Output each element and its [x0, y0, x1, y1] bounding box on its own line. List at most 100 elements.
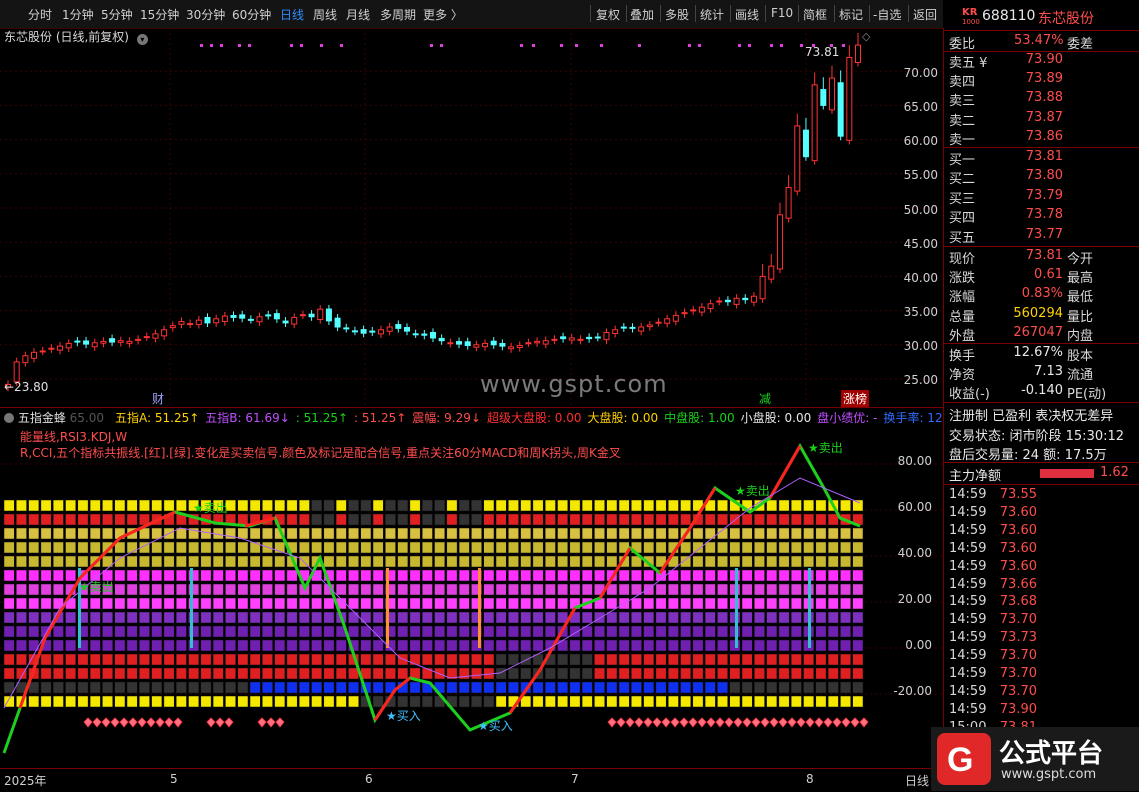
candle-body[interactable] [273, 313, 280, 320]
candle-body[interactable] [31, 351, 38, 359]
candle-body[interactable] [83, 340, 90, 345]
candle-body[interactable] [117, 340, 124, 343]
tab-multi-period[interactable]: 多周期 [380, 6, 416, 23]
indicator-settings-icon[interactable] [4, 413, 14, 423]
candle-body[interactable] [334, 317, 341, 328]
candle-body[interactable] [343, 327, 350, 330]
candle-body[interactable] [213, 318, 220, 324]
candle-body[interactable] [39, 350, 46, 353]
settings-circle-icon[interactable]: ▾ [136, 34, 148, 45]
candle-body[interactable] [204, 316, 211, 324]
candle-body[interactable] [785, 186, 792, 219]
candle-body[interactable] [516, 344, 523, 348]
candle-body[interactable] [351, 330, 358, 333]
event-marker-reduce[interactable]: 减 [759, 390, 771, 407]
indicator-panel[interactable]: 五指金蜂 65.00 五指A: 51.25↑ 五指B: 61.69↓: 51.25… [0, 407, 944, 768]
overlay-button[interactable]: 叠加 [630, 6, 654, 23]
candle-body[interactable] [664, 318, 671, 324]
candle-body[interactable] [395, 324, 402, 329]
candle-body[interactable] [221, 315, 228, 323]
candle-body[interactable] [707, 303, 714, 310]
candle-body[interactable] [247, 318, 254, 321]
candle-body[interactable] [534, 340, 541, 344]
candle-body[interactable] [542, 340, 549, 345]
candle-body[interactable] [646, 324, 653, 328]
mark-button[interactable]: 标记 [839, 6, 863, 23]
site-badge[interactable]: G 公式平台 www.gspt.com [931, 727, 1139, 791]
candle-body[interactable] [230, 314, 237, 318]
candle-body[interactable] [482, 342, 489, 348]
candle-body[interactable] [716, 300, 723, 303]
candle-body[interactable] [161, 329, 168, 337]
candle-body[interactable] [169, 325, 176, 329]
event-marker-earnings[interactable]: 财 [152, 390, 164, 407]
candle-body[interactable] [820, 89, 827, 106]
candle-body[interactable] [776, 214, 783, 270]
candle-body[interactable] [57, 345, 64, 351]
candle-body[interactable] [698, 306, 705, 313]
candle-body[interactable] [143, 336, 150, 339]
tab-15min[interactable]: 15分钟 [140, 6, 179, 23]
event-marker-limit-up[interactable]: 涨榜 [841, 390, 870, 407]
diamond-icon[interactable]: ◇ [862, 30, 870, 43]
period-corner-label[interactable]: 日线 [905, 772, 929, 789]
tab-60min[interactable]: 60分钟 [232, 6, 271, 23]
kline-chart[interactable] [0, 28, 943, 407]
tab-fenshi[interactable]: 分时 [28, 6, 52, 23]
candle-body[interactable] [655, 321, 662, 324]
candle-body[interactable] [187, 323, 194, 326]
multi-stock-button[interactable]: 多股 [665, 6, 689, 23]
back-button[interactable]: 返回 [913, 6, 937, 23]
candle-body[interactable] [265, 314, 272, 317]
candle-body[interactable] [759, 275, 766, 300]
candle-body[interactable] [603, 331, 610, 341]
candle-body[interactable] [100, 340, 107, 344]
candle-body[interactable] [135, 338, 142, 341]
tab-daily[interactable]: 日线 [280, 6, 304, 23]
candle-body[interactable] [560, 336, 567, 340]
candle-body[interactable] [473, 344, 480, 348]
candle-body[interactable] [594, 336, 601, 339]
tab-30min[interactable]: 30分钟 [186, 6, 225, 23]
candle-body[interactable] [837, 82, 844, 137]
candle-body[interactable] [91, 342, 98, 348]
tab-weekly[interactable]: 周线 [313, 6, 337, 23]
candle-body[interactable] [13, 361, 20, 383]
candle-body[interactable] [681, 312, 688, 315]
candle-body[interactable] [794, 125, 801, 192]
candle-body[interactable] [690, 309, 697, 312]
candle-body[interactable] [612, 329, 619, 335]
candle-body[interactable] [377, 329, 384, 335]
candle-body[interactable] [629, 326, 636, 329]
draw-line-button[interactable]: 画线 [735, 6, 759, 23]
candle-body[interactable] [811, 84, 818, 162]
candle-body[interactable] [620, 326, 627, 329]
tab-monthly[interactable]: 月线 [346, 6, 370, 23]
candle-body[interactable] [65, 342, 72, 349]
f10-button[interactable]: F10 [771, 6, 793, 20]
candle-body[interactable] [508, 346, 515, 350]
candle-body[interactable] [282, 320, 289, 324]
candle-body[interactable] [568, 337, 575, 341]
candle-body[interactable] [846, 57, 853, 141]
candle-body[interactable] [421, 333, 428, 336]
candle-body[interactable] [430, 331, 436, 339]
candle-body[interactable] [74, 340, 81, 343]
candle-body[interactable] [577, 338, 584, 341]
stats-button[interactable]: 统计 [700, 6, 724, 23]
candle-body[interactable] [490, 340, 497, 346]
candle-body[interactable] [299, 314, 306, 317]
candle-body[interactable] [464, 341, 471, 346]
candle-body[interactable] [178, 321, 185, 325]
candle-body[interactable] [551, 338, 558, 341]
candle-body[interactable] [638, 326, 645, 332]
candle-body[interactable] [152, 333, 159, 339]
candle-body[interactable] [499, 343, 506, 347]
fuquan-button[interactable]: 复权 [596, 6, 620, 23]
candle-body[interactable] [525, 342, 532, 345]
candle-body[interactable] [308, 313, 315, 318]
candle-body[interactable] [768, 265, 775, 280]
candle-body[interactable] [386, 326, 393, 332]
candle-body[interactable] [195, 319, 202, 325]
candle-body[interactable] [456, 341, 463, 345]
